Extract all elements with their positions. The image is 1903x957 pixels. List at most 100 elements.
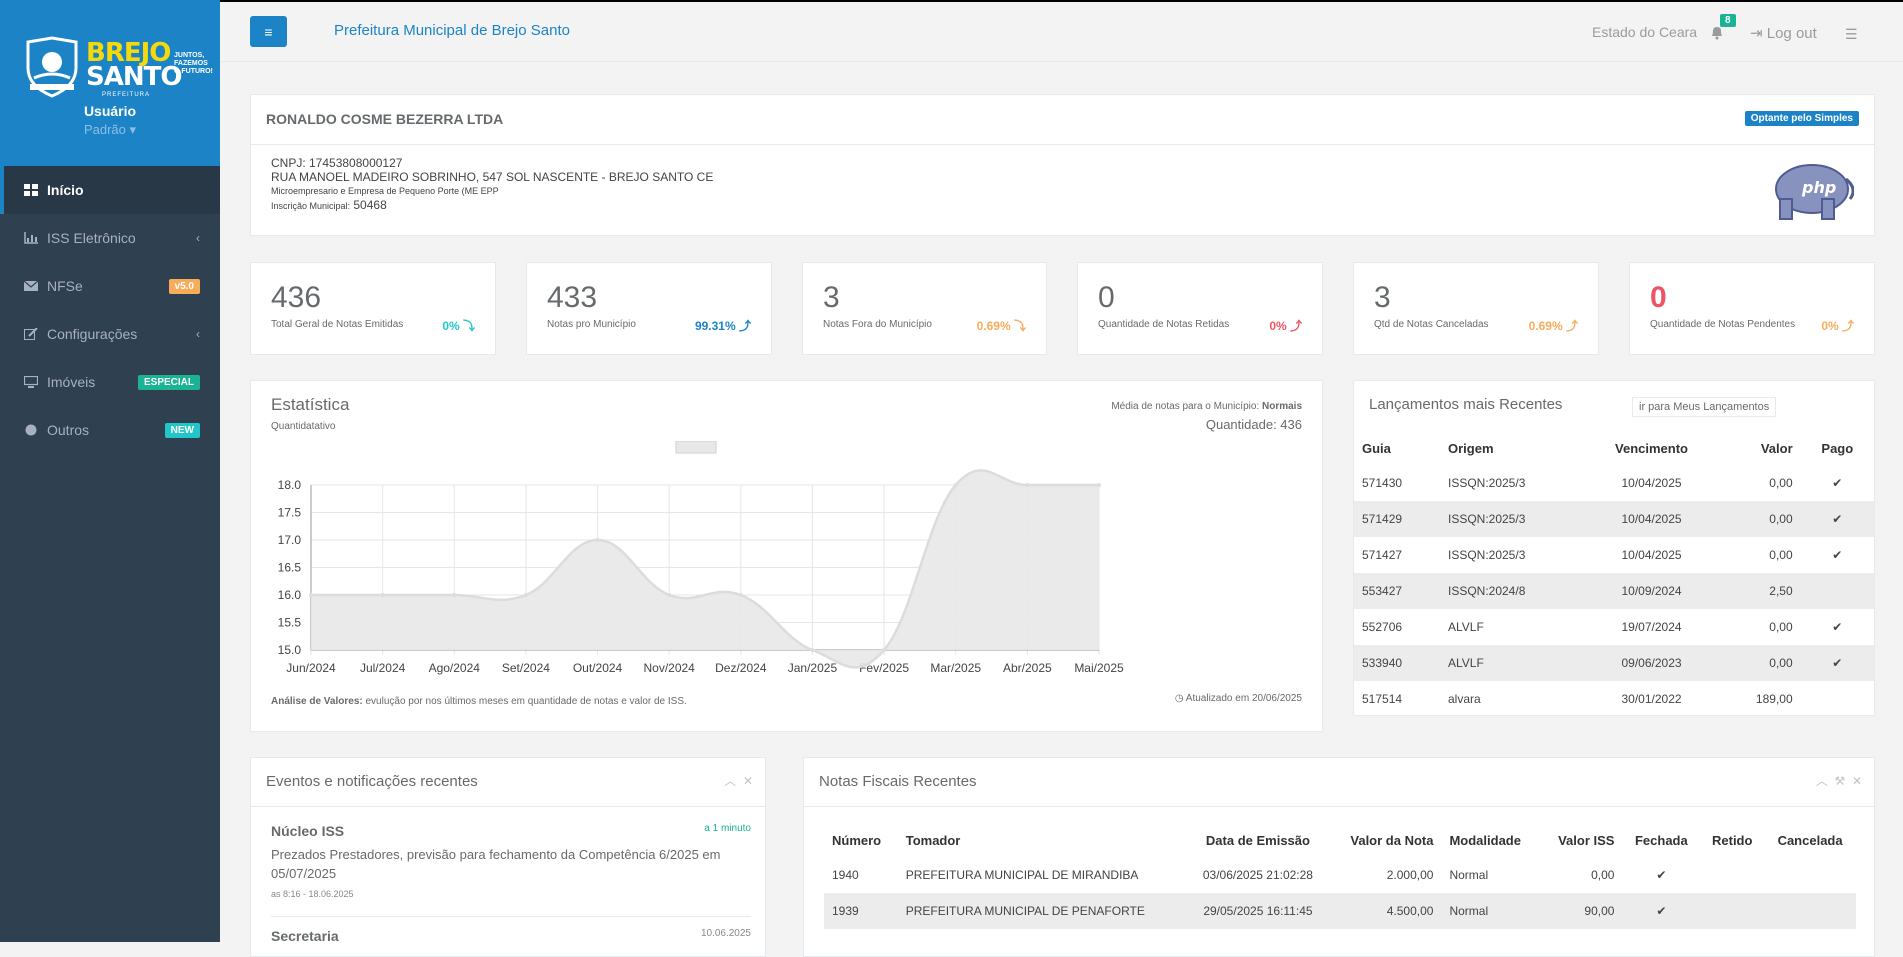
company-panel: RONALDO COSME BEZERRA LTDA Optante pelo …: [250, 94, 1875, 236]
im-label: Inscrição Municipal:: [271, 201, 351, 211]
x-tick-label: Ago/2024: [429, 661, 481, 675]
data-point: [309, 593, 313, 597]
table-cell: [1700, 857, 1764, 893]
table-cell: [1764, 893, 1856, 929]
data-point: [595, 538, 600, 542]
tasks-icon[interactable]: ☰: [1845, 26, 1858, 43]
eventos-title: Eventos e notificações recentes: [266, 773, 478, 790]
sidebar-item-iss-eletronico[interactable]: ISS Eletrônico ‹: [0, 214, 220, 262]
table-row[interactable]: 552706 ALVLF 19/07/2024 0,00 ✔: [1354, 609, 1874, 645]
wrench-icon[interactable]: ⚒: [1835, 774, 1846, 788]
table-cell: 10/04/2025: [1621, 476, 1682, 490]
sidebar-item-imoveis[interactable]: Imóveis ESPECIAL: [0, 358, 220, 406]
y-tick-label: 18.0: [278, 478, 302, 492]
table-cell: 0,00: [1769, 476, 1793, 490]
svg-text:php: php: [1801, 178, 1836, 197]
collapse-icon[interactable]: ︿: [724, 774, 736, 788]
data-point: [810, 648, 815, 652]
table-cell: 533940: [1354, 645, 1440, 681]
version-badge: v5.0: [168, 278, 200, 294]
brejo-santo-logo[interactable]: BREJO SANTO JUNTOS, FAZEMOS O FUTURO! PR…: [24, 34, 219, 98]
column-header: Pago: [1821, 440, 1854, 456]
notas-title: Notas Fiscais Recentes: [819, 773, 977, 790]
sidebar-item-configuracoes[interactable]: Configurações ‹: [0, 310, 220, 358]
analise-valores-note: Análise de Valores: evulução por nos últ…: [271, 696, 687, 707]
legend-swatch: [675, 441, 717, 454]
data-point: [380, 593, 385, 597]
x-tick-label: Mar/2025: [930, 661, 981, 675]
table-row[interactable]: 571430 ISSQN:2025/3 10/04/2025 0,00 ✔: [1354, 465, 1874, 501]
check-icon: ✔: [1800, 645, 1874, 681]
table-cell: 90,00: [1540, 893, 1623, 929]
stat-label: Total Geral de Notas Emitidas: [271, 319, 404, 330]
table-cell: [1764, 857, 1856, 893]
data-point: [1025, 483, 1030, 487]
page-title[interactable]: Prefeitura Municipal de Brejo Santo: [334, 22, 570, 39]
table-cell: 0,00: [1769, 620, 1793, 634]
estatistica-subtitle: Quantidatativo: [271, 421, 336, 432]
table-cell: 30/01/2022: [1621, 692, 1682, 706]
check-icon: ✔: [1832, 620, 1843, 634]
event-title: Núcleo ISS: [271, 823, 345, 839]
x-tick-label: Jul/2024: [360, 661, 406, 675]
event-time: a 1 minuto: [704, 823, 751, 834]
quantidade-total: Quantidade: 436: [1205, 417, 1302, 432]
company-cnpj: CNPJ: 17453808000127: [271, 156, 403, 170]
column-header: Guia: [1362, 440, 1391, 456]
table-cell: 2.000,00: [1386, 868, 1434, 882]
table-row[interactable]: 1939 PREFEITURA MUNICIPAL DE PENAFORTE 29/…: [824, 893, 1856, 929]
sidebar-item-nfse[interactable]: NFSe v5.0: [0, 262, 220, 310]
x-tick-label: Dez/2024: [715, 661, 767, 675]
table-cell: 0,00: [1719, 501, 1801, 537]
media-notas: Média de notas para o Município: Normais: [1111, 401, 1302, 412]
table-cell: ALVLF: [1439, 645, 1584, 681]
table-cell: [1800, 573, 1874, 609]
user-role-dropdown[interactable]: Padrão ▾: [0, 122, 220, 138]
collapse-icon[interactable]: ︿: [1816, 774, 1828, 788]
new-badge: NEW: [164, 422, 200, 438]
event-item[interactable]: Núcleo ISS a 1 minuto Prezados Prestador…: [271, 823, 751, 899]
sidebar-item-inicio[interactable]: Início: [0, 166, 220, 214]
column-header: Modalidade: [1449, 832, 1521, 848]
bar-chart-icon: [24, 232, 38, 244]
table-row[interactable]: 571427 ISSQN:2025/3 10/04/2025 0,00 ✔: [1354, 537, 1874, 573]
stat-percent: 0% ⤴: [1821, 319, 1854, 333]
updated-timestamp: ◷ Atualizado em 20/06/2025: [1174, 693, 1302, 704]
sidebar-item-outros[interactable]: Outros NEW: [0, 406, 220, 454]
close-icon[interactable]: ✕: [1852, 774, 1862, 788]
menu-toggle-button[interactable]: ≡: [250, 16, 287, 47]
data-point: [738, 593, 743, 597]
column-header: Tomador: [905, 832, 961, 848]
logout-label: Log out: [1766, 25, 1817, 42]
eventos-panel: Eventos e notificações recentes ︿ ✕ Núcl…: [250, 757, 766, 957]
x-tick-label: Out/2024: [573, 661, 623, 675]
company-header: RONALDO COSME BEZERRA LTDA Optante pelo …: [251, 95, 1874, 145]
table-row[interactable]: 571429 ISSQN:2025/3 10/04/2025 0,00 ✔: [1354, 501, 1874, 537]
table-cell: 19/07/2024: [1621, 620, 1682, 634]
x-tick-label: Jan/2025: [788, 661, 838, 675]
table-cell: 1939: [824, 893, 898, 929]
close-icon[interactable]: ✕: [743, 774, 753, 788]
meus-lancamentos-button[interactable]: ir para Meus Lançamentos: [1632, 397, 1777, 417]
table-cell: alvara: [1447, 692, 1481, 706]
table-row[interactable]: 517514 alvara 30/01/2022 189,00: [1354, 681, 1874, 717]
table-cell: 29/05/2025 16:11:45: [1186, 893, 1330, 929]
y-tick-label: 16.0: [278, 588, 302, 602]
table-row[interactable]: 533940 ALVLF 09/06/2023 0,00 ✔: [1354, 645, 1874, 681]
optante-badge: Optante pelo Simples: [1744, 111, 1859, 126]
logout-link[interactable]: ⇥ Log out: [1750, 24, 1817, 42]
table-cell: PREFEITURA MUNICIPAL DE PENAFORTE: [897, 893, 1187, 929]
stat-label: Notas pro Município: [547, 319, 636, 330]
y-tick-label: 15.0: [278, 643, 302, 657]
table-row[interactable]: 553427 ISSQN:2024/8 10/09/2024 2,50: [1354, 573, 1874, 609]
notification-count-badge: 8: [1720, 14, 1736, 27]
sidebar-header: BREJO SANTO JUNTOS, FAZEMOS O FUTURO! PR…: [0, 0, 220, 166]
stat-label: Quantidade de Notas Retidas: [1098, 319, 1230, 330]
table-row[interactable]: 1940 PREFEITURA MUNICIPAL DE MIRANDIBA 03/…: [824, 857, 1856, 893]
user-name: Usuário: [83, 103, 137, 119]
sidebar-item-label: ISS Eletrônico: [47, 230, 136, 246]
php-elephant-icon: php: [1775, 164, 1854, 220]
area-fill: [311, 470, 1099, 668]
table-cell: 10/09/2024: [1583, 573, 1720, 609]
notas-fiscais-panel: Notas Fiscais Recentes ︿ ⚒ ✕ Número Tomad…: [803, 757, 1875, 957]
